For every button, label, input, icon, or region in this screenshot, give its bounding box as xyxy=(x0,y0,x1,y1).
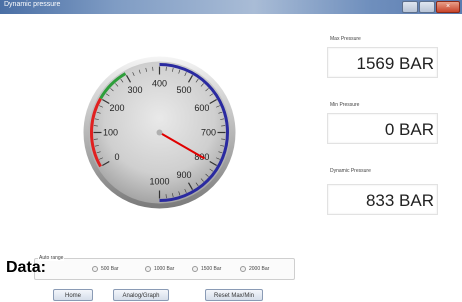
max-pressure-label: Max Pressure xyxy=(330,36,361,42)
range-option-label: 1500 Bar xyxy=(201,266,221,272)
analog-graph-button[interactable]: Analog/Graph xyxy=(113,289,169,301)
range-option-label: 500 Bar xyxy=(101,266,119,272)
gauge-tick-label: 500 xyxy=(176,85,191,95)
gauge-tick-label: 0 xyxy=(115,152,120,162)
gauge-tick-label: 600 xyxy=(194,103,209,113)
gauge-tick-label: 400 xyxy=(152,79,167,89)
range-option-label: 2000 Bar xyxy=(249,266,269,272)
max-pressure-value: 1569 BAR xyxy=(327,47,438,78)
range-option-1000[interactable]: 1000 Bar xyxy=(145,266,174,272)
maximize-button[interactable] xyxy=(419,1,435,13)
range-option-2000[interactable]: 2000 Bar xyxy=(240,266,269,272)
dynamic-pressure-label: Dynamic Pressure xyxy=(330,168,371,174)
range-option-500[interactable]: 500 Bar xyxy=(92,266,119,272)
range-option-label: 1000 Bar xyxy=(154,266,174,272)
radio-icon xyxy=(192,266,198,272)
gauge-tick-label: 100 xyxy=(103,128,118,138)
min-pressure-value: 0 BAR xyxy=(327,113,438,144)
min-pressure-label: Min Pressure xyxy=(330,102,359,108)
gauge-tick-label: 300 xyxy=(127,85,142,95)
radio-icon xyxy=(92,266,98,272)
pressure-gauge: 01002003004005006007008009001000 xyxy=(82,55,237,210)
range-option-1500[interactable]: 1500 Bar xyxy=(192,266,221,272)
gauge-hub xyxy=(157,130,163,136)
minimize-button[interactable] xyxy=(402,1,418,13)
radio-icon xyxy=(240,266,246,272)
home-button[interactable]: Home xyxy=(53,289,93,301)
dynamic-pressure-value: 833 BAR xyxy=(327,184,438,215)
gauge-tick-label: 1000 xyxy=(149,177,169,187)
gauge-tick-label: 200 xyxy=(110,103,125,113)
gauge-tick-label: 700 xyxy=(201,128,216,138)
close-button[interactable]: × xyxy=(436,1,460,13)
window-controls: × xyxy=(402,1,460,13)
gauge-tick-label: 900 xyxy=(176,170,191,180)
reset-max-min-button[interactable]: Reset Max/Min xyxy=(205,289,263,301)
data-label: Data: xyxy=(6,259,46,277)
radio-icon xyxy=(145,266,151,272)
window-title: Dynamic pressure xyxy=(4,1,60,8)
title-bar: Dynamic pressure × xyxy=(0,0,462,14)
